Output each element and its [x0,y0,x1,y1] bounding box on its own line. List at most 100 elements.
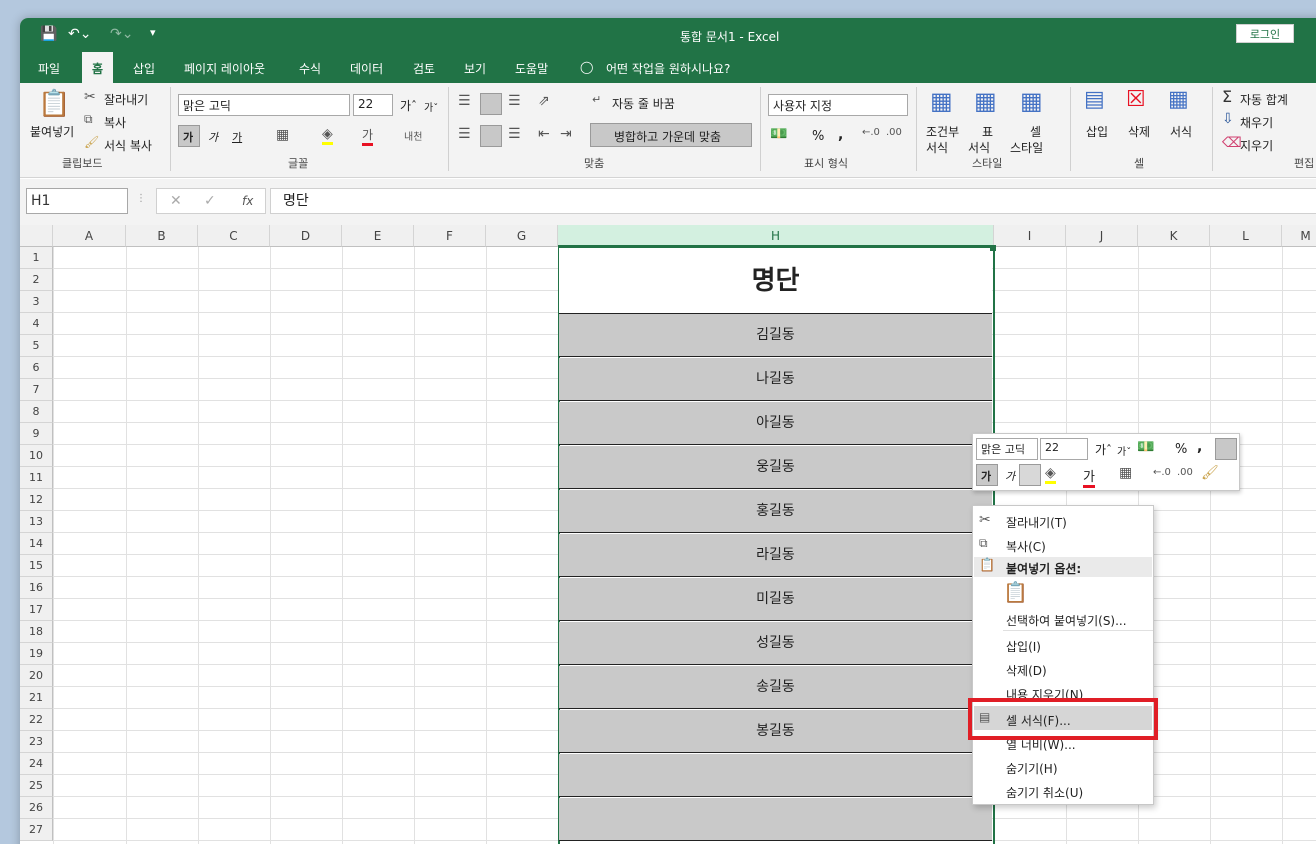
row-header-7[interactable]: 7 [20,379,53,401]
increase-decimal-icon[interactable]: ←.0 [862,127,880,138]
name-box[interactable]: H1 [26,188,128,214]
row-header-2[interactable]: 2 [20,269,53,291]
autosum-button[interactable]: 자동 합계 [1240,91,1288,108]
column-header-k[interactable]: K [1138,225,1210,247]
insert-cells-icon[interactable]: ▤ [1084,87,1105,112]
column-header-a[interactable]: A [53,225,126,247]
menu-cut[interactable]: 잘라내기(T) [1006,514,1067,531]
mini-increase-decimal-icon[interactable]: ←.0 [1153,467,1171,478]
align-middle-button[interactable] [480,93,502,115]
row-header-5[interactable]: 5 [20,335,53,357]
name-cell[interactable]: 송길동 [559,666,992,709]
row-header-9[interactable]: 9 [20,423,53,445]
row-header-14[interactable]: 14 [20,533,53,555]
row-header-17[interactable]: 17 [20,599,53,621]
column-header-m[interactable]: M [1282,225,1316,247]
mini-decrease-font-icon[interactable]: 가ˇ [1117,443,1131,458]
column-header-b[interactable]: B [126,225,198,247]
tab-view[interactable]: 보기 [464,60,486,77]
fill-icon[interactable]: ⇩ [1222,111,1234,127]
paste-option-icon[interactable]: 📋 [1003,580,1028,604]
row-header-23[interactable]: 23 [20,731,53,753]
format-cells-icon[interactable]: ▦ [1168,87,1189,112]
align-center-button[interactable] [480,125,502,147]
tab-review[interactable]: 검토 [413,60,435,77]
conditional-format-bottom[interactable]: 서식 [926,139,948,156]
menu-insert[interactable]: 삽입(I) [1006,638,1041,655]
row-header-26[interactable]: 26 [20,797,53,819]
format-as-table-top[interactable]: 표 [982,123,993,140]
mini-fill-color-icon[interactable]: ◈ [1045,465,1056,484]
name-cell[interactable]: 성길동 [559,622,992,665]
select-all-corner[interactable] [20,225,53,247]
customize-qat-icon[interactable]: ▾ [150,26,156,39]
orientation-icon[interactable]: ⇗ [538,93,550,109]
mini-decrease-decimal-icon[interactable]: .00 [1177,467,1193,478]
align-top-icon[interactable]: ☰ [458,93,471,109]
mini-font-color-button[interactable]: 가 [1083,466,1095,488]
tab-formulas[interactable]: 수식 [299,60,321,77]
name-cell[interactable]: 라길동 [559,534,992,577]
row-header-8[interactable]: 8 [20,401,53,423]
paste-icon[interactable]: 📋 [38,89,70,119]
row-header-16[interactable]: 16 [20,577,53,599]
phonetic-icon[interactable]: 내천 [404,128,422,143]
redo-icon[interactable]: ↷⌄ [110,26,133,42]
mini-percent-button[interactable]: % [1175,442,1187,457]
increase-font-icon[interactable]: 가ˆ [400,97,417,114]
align-right-icon[interactable]: ☰ [508,126,521,142]
name-cell[interactable] [559,754,992,797]
row-header-3[interactable]: 3 [20,291,53,313]
fill-handle[interactable] [990,245,996,251]
mini-increase-font-icon[interactable]: 가ˆ [1095,441,1112,458]
align-bottom-icon[interactable]: ☰ [508,93,521,109]
decrease-decimal-icon[interactable]: .00 [886,127,902,138]
format-as-table-icon[interactable]: ▦ [974,87,997,115]
column-header-i[interactable]: I [994,225,1066,247]
align-left-icon[interactable]: ☰ [458,126,471,142]
row-header-6[interactable]: 6 [20,357,53,379]
underline-button[interactable]: 가 [232,129,242,145]
italic-button[interactable]: 가 [208,129,218,145]
tab-page-layout[interactable]: 페이지 레이아웃 [184,60,265,77]
row-header-1[interactable]: 1 [20,247,53,269]
percent-button[interactable]: % [812,129,824,144]
cell-styles-bottom[interactable]: 스타일 [1010,139,1043,156]
wrap-text-button[interactable]: 자동 줄 바꿈 [612,95,675,112]
name-cell[interactable]: 나길동 [559,358,992,401]
format-cells-button[interactable]: 서식 [1170,123,1192,140]
decrease-indent-icon[interactable]: ⇤ [538,126,550,142]
tab-insert[interactable]: 삽입 [133,60,155,77]
menu-hide[interactable]: 숨기기(H) [1006,760,1058,777]
row-header-22[interactable]: 22 [20,709,53,731]
tab-data[interactable]: 데이터 [350,60,383,77]
format-as-table-bottom[interactable]: 서식 [968,139,990,156]
autosum-icon[interactable]: Σ [1222,87,1232,106]
name-cell[interactable]: 김길동 [559,314,992,357]
name-cell[interactable]: 홍길동 [559,490,992,533]
row-header-10[interactable]: 10 [20,445,53,467]
cut-button[interactable]: 잘라내기 [104,91,148,108]
font-size-dropdown[interactable]: 22 [353,94,393,116]
increase-indent-icon[interactable]: ⇥ [560,126,572,142]
paste-button[interactable]: 붙여넣기 [30,123,74,140]
copy-button[interactable]: 복사 [104,114,126,131]
comma-button[interactable]: , [838,127,843,143]
column-header-f[interactable]: F [414,225,486,247]
cut-icon[interactable]: ✂ [84,89,96,105]
row-header-4[interactable]: 4 [20,313,53,335]
row-header-20[interactable]: 20 [20,665,53,687]
font-color-icon[interactable]: 가 [362,126,374,146]
number-format-dropdown[interactable]: 사용자 지정 [768,94,908,116]
row-header-21[interactable]: 21 [20,687,53,709]
decrease-font-icon[interactable]: 가ˇ [424,99,438,114]
delete-cells-button[interactable]: 삭제 [1128,123,1150,140]
tab-help[interactable]: 도움말 [515,60,548,77]
cell-styles-top[interactable]: 셀 [1030,123,1041,140]
name-cell[interactable]: 봉길동 [559,710,992,753]
format-painter-icon[interactable]: 🖌 [84,135,99,149]
save-icon[interactable]: 💾 [40,26,57,42]
tab-home[interactable]: 홈 [82,52,114,83]
row-header-24[interactable]: 24 [20,753,53,775]
mini-font-dropdown[interactable]: 맑은 고딕 [976,438,1038,460]
